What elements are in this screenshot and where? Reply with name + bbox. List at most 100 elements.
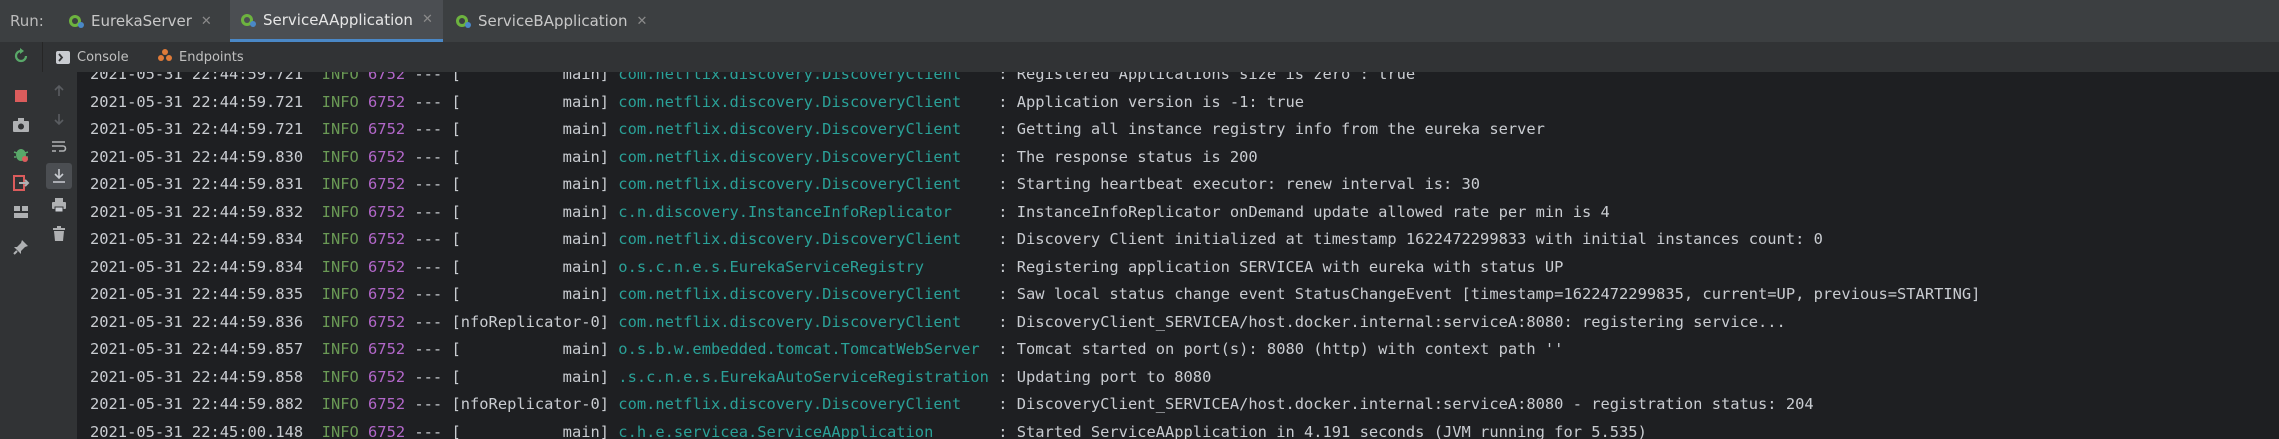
log-thread: [ main] (451, 285, 610, 303)
log-message: : Getting all instance registry info fro… (998, 120, 1545, 138)
spring-boot-icon (455, 13, 471, 29)
log-timestamp: 2021-05-31 22:44:59.834 (90, 230, 304, 248)
log-thread: [nfoReplicator-0] (451, 395, 610, 413)
log-level: INFO (321, 230, 359, 248)
spring-boot-icon (68, 13, 84, 29)
tab-service-b-application[interactable]: ServiceBApplication ✕ (455, 0, 647, 42)
log-pid: 6752 (368, 367, 406, 386)
log-pid: 6752 (368, 120, 406, 138)
print-icon[interactable] (48, 194, 70, 216)
exit-icon[interactable] (10, 172, 32, 194)
log-line: 2021-05-31 22:44:59.858 INFO 6752 --- [ … (90, 364, 1211, 391)
log-line: 2021-05-31 22:44:59.831 INFO 6752 --- [ … (90, 171, 1480, 198)
log-separator: --- (414, 202, 443, 221)
log-separator: --- (414, 120, 443, 138)
rerun-icon[interactable] (10, 45, 32, 67)
log-timestamp: 2021-05-31 22:44:59.721 (90, 72, 304, 83)
tab-console[interactable]: Console (56, 46, 129, 68)
tab-label: EurekaServer (91, 12, 192, 30)
log-thread: [ main] (451, 340, 610, 358)
tab-endpoints[interactable]: Endpoints (157, 46, 244, 68)
scroll-down-icon[interactable] (48, 108, 70, 130)
log-message: : Registered Applications size is zero :… (998, 72, 1416, 83)
log-separator: --- (414, 367, 443, 386)
scroll-to-end-icon[interactable] (46, 163, 72, 189)
log-thread: [ main] (451, 422, 610, 439)
log-separator: --- (414, 230, 443, 248)
log-separator: --- (414, 285, 443, 303)
log-thread: [nfoReplicator-0] (451, 312, 610, 331)
layout-icon[interactable] (10, 201, 32, 223)
log-timestamp: 2021-05-31 22:44:59.836 (90, 312, 304, 331)
log-message: : Saw local status change event StatusCh… (998, 285, 1981, 303)
log-thread: [ main] (451, 120, 610, 138)
log-pid: 6752 (368, 395, 406, 413)
debug-bug-icon[interactable] (10, 143, 32, 165)
log-pid: 6752 (368, 422, 406, 439)
log-logger: .s.c.n.e.s.EurekaAutoServiceRegistration (618, 367, 989, 386)
close-icon[interactable]: ✕ (201, 14, 212, 29)
log-thread: [ main] (451, 175, 610, 193)
log-timestamp: 2021-05-31 22:44:59.882 (90, 395, 304, 413)
tab-service-a-application[interactable]: ServiceAApplication ✕ (230, 0, 443, 42)
log-message: : Starting heartbeat executor: renew int… (998, 175, 1481, 193)
log-thread: [ main] (451, 92, 610, 111)
camera-icon[interactable] (10, 114, 32, 136)
log-line: 2021-05-31 22:44:59.857 INFO 6752 --- [ … (90, 336, 1563, 363)
console-output[interactable]: 2021-05-31 22:44:59.721 INFO 6752 --- [ … (77, 72, 2279, 439)
log-timestamp: 2021-05-31 22:44:59.835 (90, 285, 304, 303)
log-thread: [ main] (451, 202, 610, 221)
log-timestamp: 2021-05-31 22:44:59.834 (90, 257, 304, 276)
soft-wrap-icon[interactable] (48, 136, 70, 158)
log-level: INFO (321, 257, 359, 276)
log-level: INFO (321, 285, 359, 303)
log-pid: 6752 (368, 147, 406, 166)
log-line: 2021-05-31 22:44:59.836 INFO 6752 --- [n… (90, 309, 1786, 336)
log-logger: com.netflix.discovery.DiscoveryClient (618, 395, 989, 413)
log-pid: 6752 (368, 72, 406, 83)
log-level: INFO (321, 175, 359, 193)
log-logger: com.netflix.discovery.DiscoveryClient (618, 312, 989, 331)
log-message: : DiscoveryClient_SERVICEA/host.docker.i… (998, 312, 1786, 331)
log-separator: --- (414, 257, 443, 276)
log-separator: --- (414, 92, 443, 111)
log-message: : The response status is 200 (998, 147, 1258, 166)
log-separator: --- (414, 175, 443, 193)
log-logger: c.h.e.servicea.ServiceAApplication (618, 422, 989, 439)
stop-icon[interactable] (10, 85, 32, 107)
log-line: 2021-05-31 22:44:59.834 INFO 6752 --- [ … (90, 226, 1823, 253)
log-pid: 6752 (368, 230, 406, 248)
log-pid: 6752 (368, 202, 406, 221)
log-line: 2021-05-31 22:44:59.834 INFO 6752 --- [ … (90, 254, 1563, 281)
log-message: : DiscoveryClient_SERVICEA/host.docker.i… (998, 395, 1814, 413)
scroll-up-icon[interactable] (48, 80, 70, 102)
log-separator: --- (414, 422, 443, 439)
pin-icon[interactable] (10, 236, 32, 258)
log-message: : InstanceInfoReplicator onDemand update… (998, 202, 1610, 221)
tab-endpoints-label: Endpoints (179, 49, 244, 65)
log-message: : Application version is -1: true (998, 92, 1304, 111)
log-line: 2021-05-31 22:44:59.830 INFO 6752 --- [ … (90, 144, 1258, 171)
console-toolbar (42, 72, 78, 439)
log-timestamp: 2021-05-31 22:44:59.721 (90, 120, 304, 138)
run-toolbar (0, 42, 43, 439)
log-separator: --- (414, 72, 443, 83)
run-label: Run: (10, 12, 44, 30)
log-logger: com.netflix.discovery.DiscoveryClient (618, 230, 989, 248)
log-message: : Started ServiceAApplication in 4.191 s… (998, 422, 1647, 439)
close-icon[interactable]: ✕ (637, 14, 648, 29)
log-pid: 6752 (368, 257, 406, 276)
tool-window-tabs: Console Endpoints (0, 42, 2279, 73)
log-logger: com.netflix.discovery.DiscoveryClient (618, 72, 989, 83)
log-logger: com.netflix.discovery.DiscoveryClient (618, 175, 989, 193)
log-message: : Updating port to 8080 (998, 367, 1212, 386)
log-level: INFO (321, 147, 359, 166)
trash-icon[interactable] (48, 223, 70, 245)
tab-eureka-server[interactable]: EurekaServer ✕ (68, 0, 212, 42)
log-line: 2021-05-31 22:45:00.148 INFO 6752 --- [ … (90, 419, 1647, 439)
run-tab-bar: Run: EurekaServer ✕ ServiceAApplication … (0, 0, 2279, 43)
log-thread: [ main] (451, 72, 610, 83)
tab-console-label: Console (77, 49, 129, 65)
close-icon[interactable]: ✕ (422, 12, 433, 27)
log-level: INFO (321, 72, 359, 83)
